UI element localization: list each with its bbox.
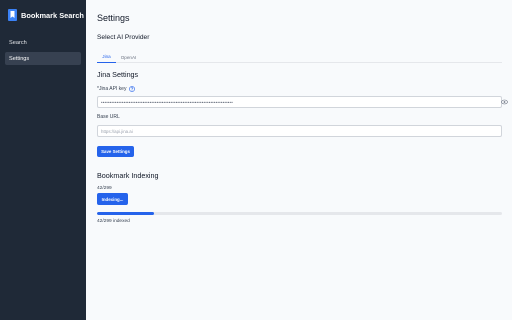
jina-settings-title: Jina Settings [97,70,139,79]
provider-section-title: Select AI Provider [97,34,150,41]
sidebar-item-search[interactable]: Search [5,36,81,49]
api-key-field-wrap [86,96,512,108]
api-key-input[interactable] [97,96,502,108]
tab-openai[interactable]: OpenAI [118,51,139,63]
question-circle-icon[interactable] [129,86,136,92]
sidebar-item-settings[interactable]: Settings [5,52,81,65]
tab-jina[interactable]: Jina [97,51,116,63]
sidebar-item-label: Search [9,39,27,46]
brand: Bookmark Search [8,8,84,22]
indexing-count: 42/299 [97,186,112,191]
api-key-label-text: *Jina API key [97,86,127,92]
indexing-progress-bar [97,212,502,215]
tab-label: OpenAI [120,54,137,60]
save-settings-button[interactable]: Save Settings [97,146,134,157]
base-url-label: Base URL [97,114,120,120]
base-url-input[interactable] [97,125,502,137]
bookmark-icon [8,9,17,21]
sidebar: Bookmark Search Search Settings [0,0,86,320]
indexing-title: Bookmark Indexing [97,171,159,180]
tab-label: Jina [102,54,111,59]
indexing-progress-fill [97,212,154,215]
api-key-label: *Jina API key [97,86,136,92]
sidebar-item-label: Settings [9,55,30,62]
eye-icon[interactable] [501,99,508,105]
provider-tabs: Jina OpenAI [97,51,502,63]
indexing-button[interactable]: Indexing... [97,193,128,205]
indexing-status: 42/299 indexed [97,219,130,224]
app-title: Bookmark Search [21,10,84,20]
page-title: Settings [97,13,130,23]
main-content: Settings Select AI Provider Jina OpenAI … [86,0,512,320]
